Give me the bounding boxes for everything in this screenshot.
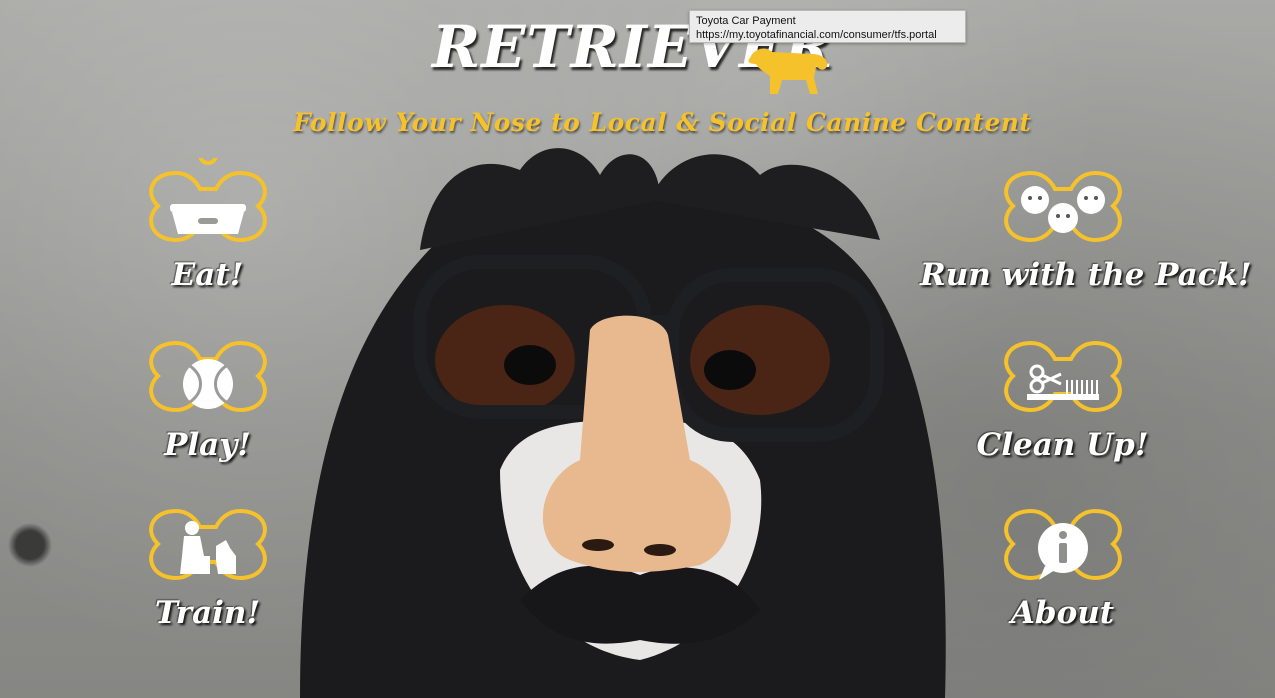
nav-play-label: Play! xyxy=(164,427,251,463)
bone-tag-frame xyxy=(1003,170,1122,243)
nav-eat-link[interactable]: Eat! xyxy=(120,158,295,292)
link-tooltip: Toyota Car Payment https://my.toyotafina… xyxy=(689,10,966,43)
tooltip-url: https://my.toyotafinancial.com/consumer/… xyxy=(696,29,937,41)
bone-tag-frame xyxy=(148,508,267,581)
nav-clean-link[interactable]: Clean Up! xyxy=(975,328,1150,462)
golden-retriever-icon xyxy=(748,48,828,94)
nav-pack-label: Run with the Pack! xyxy=(920,257,1252,293)
bone-tag-frame xyxy=(148,158,267,243)
dog-bowl-icon xyxy=(169,204,246,234)
scissors-comb-icon xyxy=(1026,364,1099,400)
nav-about-link[interactable]: About xyxy=(975,496,1150,630)
nav-about-label: About xyxy=(1010,595,1115,631)
nav-eat-label: Eat! xyxy=(171,257,244,293)
nav-pack-link[interactable]: Run with the Pack! xyxy=(920,158,1252,293)
nav-play-link[interactable]: Play! xyxy=(120,328,295,462)
tooltip-title: Toyota Car Payment xyxy=(696,15,796,27)
tennis-ball-icon xyxy=(182,359,233,409)
bone-tag-frame xyxy=(1003,340,1122,413)
bone-tag-frame xyxy=(148,340,267,413)
tagline: Follow Your Nose to Local & Social Canin… xyxy=(293,108,1032,137)
nav-clean-label: Clean Up! xyxy=(976,427,1149,463)
nav-train-link[interactable]: Train! xyxy=(120,496,295,630)
nav-train-label: Train! xyxy=(154,595,261,631)
dog-pack-icon xyxy=(1020,186,1105,233)
bone-tag-frame xyxy=(1003,508,1122,581)
